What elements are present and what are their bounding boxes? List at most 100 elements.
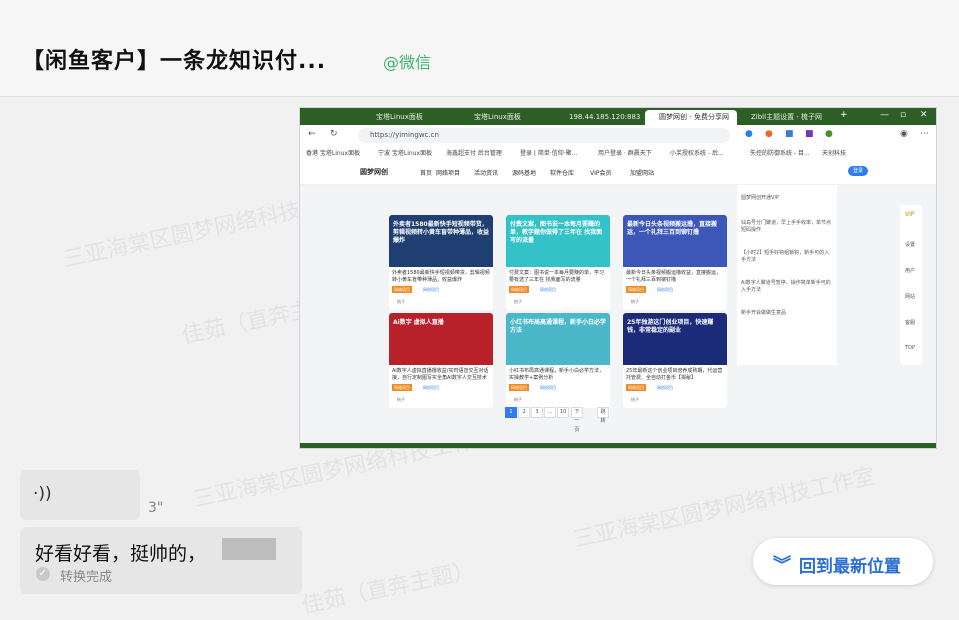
sidebar-post: 新手开会做做生意品 — [741, 310, 787, 316]
card-tag: 网创项目 — [540, 287, 556, 292]
transcript-status: 转换完成 — [60, 570, 113, 585]
card-tag: 网创项目 — [423, 287, 439, 292]
card-author: 梳子 — [631, 397, 639, 402]
card-title: Ai数字人虚拟直播撸收益/实时语音交互对话接，自行定制图写实全角AI数字人交互技… — [392, 368, 489, 381]
card-title: 付费文案：图书说一本每月要赚的单，学习要有选了三年在 找我面写的流量 — [509, 270, 605, 283]
page-ellipsis: ... — [544, 407, 556, 418]
top-label: TOP — [905, 345, 916, 351]
article-card: 付费文案，图书说一本每月要赚的单，教学题你做得了三年在 找我面写的流量 付费文案… — [506, 215, 610, 310]
card-tag: 网络项目 — [392, 384, 412, 391]
card-tag: 网络项目 — [626, 384, 646, 391]
user-label: 用户 — [905, 268, 916, 274]
redacted-text — [222, 538, 276, 560]
bookmark-item: 宁波 宝塔Linux面板 — [378, 150, 433, 157]
site-nav-item: 网络项目 — [436, 170, 461, 177]
site-nav-item: 活动资讯 — [474, 170, 499, 177]
bookmark-item: 海鑫超支付 后台管理 — [446, 150, 502, 157]
bookmark-item: 天创科技 — [822, 150, 847, 157]
browser-tab: 198.44.185.120:8836 — [569, 113, 640, 121]
taskbar — [300, 443, 936, 448]
article-card: Ai数字 虚拟人直播 Ai数字人虚拟直播撸收益/实时语音交互对话接，自行定制图写… — [389, 313, 493, 408]
thumbnail-text: 外卖者1580最新快手短视频带货，剪辑视频转小黄车盲带种薄品，收益爆炸 — [393, 221, 490, 244]
bookmarks-bar: 香港 宝塔Linux面板 宁波 宝塔Linux面板 海鑫超支付 后台管理 登录 … — [300, 146, 936, 161]
card-tag: 网络项目 — [626, 286, 646, 293]
voice-wave-icon: ·)) — [33, 484, 52, 504]
profile-icon: ◉ — [900, 129, 908, 139]
jump-page-button: 跳转 — [597, 407, 609, 424]
site-content: 外卖者1580最新快手短视频带货，剪辑视频转小黄车盲带种薄品，收益爆炸 外卖者1… — [300, 185, 936, 448]
site-login-button: 登录 — [848, 166, 868, 176]
card-thumbnail: 最新今日头条视频搬运撸，直接搬运，一个礼拜三百到铆钉撸 — [623, 215, 727, 267]
card-tag: 网创项目 — [657, 385, 673, 390]
page-button: 10 — [557, 407, 569, 418]
browser-tab-active: 圆梦网创 - 免费分享网 — [645, 110, 737, 125]
bookmark-item: 登录 | 简单·信仰·聚... — [520, 150, 578, 157]
support-label: 客服 — [905, 320, 916, 326]
voice-duration: 3" — [148, 500, 164, 516]
browser-tab-bar: 宝塔Linux面板 宝塔Linux面板 198.44.185.120:8836 … — [300, 108, 936, 125]
chat-header: 【闲鱼客户】一条龙知识付... @微信 — [0, 0, 959, 97]
card-title: 外卖者1580最新快手短视频带货，剪辑视频转小黄车盲带种薄品，收益爆炸 — [392, 270, 490, 283]
close-icon: ✕ — [920, 110, 928, 120]
site-floating-rail: VIP 设置 用户 网站 客服 TOP — [900, 205, 922, 365]
screenshot-image-message[interactable]: 宝塔Linux面板 宝塔Linux面板 198.44.185.120:8836 … — [299, 107, 937, 449]
card-author: 梳子 — [631, 299, 639, 304]
card-author: 梳子 — [397, 397, 405, 402]
voice-message-bubble[interactable]: ·)) — [20, 470, 140, 520]
card-thumbnail: 25年独游这门创业项目，快速赚钱，非常稳定的副业 — [623, 313, 727, 365]
bookmark-item: 香港 宝塔Linux面板 — [306, 150, 361, 157]
bookmark-item: 小芙授权系统 - 后... — [670, 150, 724, 157]
new-tab-icon: + — [840, 110, 848, 120]
site-nav-item: 软件仓库 — [550, 170, 575, 177]
website-label: 网站 — [905, 294, 916, 300]
card-tag: 网创项目 — [423, 385, 439, 390]
site-nav-item: 首页 — [420, 170, 433, 177]
site-nav-item: VIP会员 — [590, 170, 612, 177]
extension-icon: ● — [825, 129, 833, 139]
reload-icon: ↻ — [330, 129, 338, 139]
settings-label: 设置 — [905, 242, 916, 248]
extension-icon: ■ — [785, 129, 794, 139]
sidebar-post: 【小时2】短手好钩组锁钩，新手可的入手方法 — [741, 250, 830, 263]
card-title: 小红书布局高通课程，新手小白必学方法，实操教学+案例分析 — [509, 368, 605, 381]
article-card: 小红书布局高通课程，新手小白必学方法 小红书布局高通课程，新手小白必学方法，实操… — [506, 313, 610, 408]
thumbnail-text: Ai数字 虚拟人直播 — [393, 319, 444, 326]
back-arrow-icon: ← — [308, 129, 316, 139]
maximize-icon: ▫ — [900, 110, 907, 120]
card-tag: 网络项目 — [392, 286, 412, 293]
check-circle-icon: ✓ — [36, 567, 50, 581]
double-chevron-down-icon: ︾ — [773, 555, 791, 576]
back-to-latest-label: 回到最新位置 — [799, 557, 901, 577]
chat-title[interactable]: 【闲鱼客户】一条龙知识付... — [22, 43, 326, 75]
sidebar-post: Ai数字人聚道号暂停，操作简单新手可的入手方法 — [741, 280, 831, 293]
chat-source-label: @微信 — [383, 53, 432, 72]
sidebar-post: 圆梦网创开通VIP — [741, 195, 779, 201]
thumbnail-text: 小红书布局高通课程，新手小白必学方法 — [510, 319, 607, 334]
card-author: 梳子 — [514, 397, 522, 402]
article-card: 外卖者1580最新快手短视频带货，剪辑视频转小黄车盲带种薄品，收益爆炸 外卖者1… — [389, 215, 493, 310]
sidebar-post: 仙岛号分门聚道，早上手手收率，单节点短码操作 — [741, 220, 832, 233]
browser-tab: 宝塔Linux面板 — [474, 113, 521, 121]
card-thumbnail: Ai数字 虚拟人直播 — [389, 313, 493, 365]
page-button: 3 — [531, 407, 543, 418]
card-author: 梳子 — [397, 299, 405, 304]
next-page-button: 下一页 — [571, 407, 583, 433]
card-tag: 网络项目 — [509, 286, 529, 293]
browser-tab: Zibll主题设置 - 梳子网 — [751, 113, 823, 121]
thumbnail-text: 付费文案，图书说一本每月要赚的单，教学题你做得了三年在 找我面写的流量 — [510, 221, 603, 244]
card-thumbnail: 外卖者1580最新快手短视频带货，剪辑视频转小黄车盲带种薄品，收益爆炸 — [389, 215, 493, 267]
site-logo: 圆梦网创 — [360, 168, 388, 176]
browser-tab: 宝塔Linux面板 — [376, 113, 423, 121]
card-thumbnail: 小红书布局高通课程，新手小白必学方法 — [506, 313, 610, 365]
card-author: 梳子 — [514, 299, 522, 304]
article-card: 25年独游这门创业项目，快速赚钱，非常稳定的副业 25年最新这个创业项目培养成熟… — [623, 313, 727, 408]
voice-transcript-box: 好看好看，挺帅的， ✓ 转换完成 — [20, 527, 302, 594]
bookmark-item: 用户登录 · 群晨天下 — [598, 150, 652, 157]
card-title: 25年最新这个创业项目培养成熟期，代运营托管费、全自动打金币【揭秘】 — [626, 368, 723, 381]
more-icon: ⋯ — [920, 129, 929, 139]
card-tag: 网创项目 — [657, 287, 673, 292]
site-navigation: 圆梦网创 首页 网络项目 活动资讯 源码基地 软件仓库 VIP会员 加盟网站 登… — [300, 160, 936, 185]
back-to-latest-button[interactable]: ︾ 回到最新位置 — [753, 538, 933, 585]
minimize-icon: — — [880, 110, 889, 120]
page-button: 1 — [505, 407, 517, 418]
